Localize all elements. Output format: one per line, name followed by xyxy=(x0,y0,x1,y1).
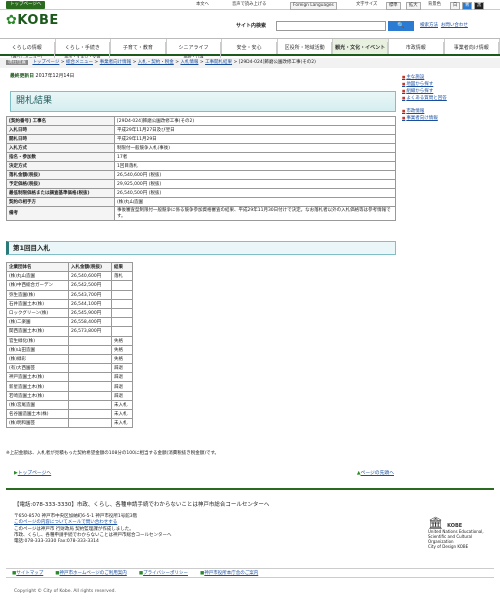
language-select[interactable]: Foreign Languages xyxy=(290,2,337,10)
breadcrumb-link[interactable]: 入札・契約・税金 xyxy=(138,60,174,65)
detail-row: 契約の相手方 (株)丸山造園 xyxy=(6,197,396,207)
footer: 【電話:078-333-3330】市政、くらし、各種申請手続でわからないことは神… xyxy=(6,488,494,544)
bg-color-label: 背景色 xyxy=(428,2,441,7)
footer-link[interactable]: ■神戸市役所本庁舎のご案内 xyxy=(200,571,258,576)
detail-row: 入札日時 平成29年11月27日及び翌日 xyxy=(6,125,396,135)
detail-table: [契約番号] 工事名 [29D4-024]飾磨公園改修工事(その2) 入札日時 平成2… xyxy=(6,116,396,221)
bid-row: (株)中西総合ガーデン 26,542,500円 xyxy=(6,280,133,291)
nav-item-8[interactable]: 事業者向け情報 xyxy=(445,39,500,54)
nav-item-3[interactable]: シニアライフ 高齢・介護 xyxy=(167,39,223,60)
sidebar: 主な施設地図から探す組織から探すよくある質問と回答市政情報事業者向け情報 xyxy=(402,74,494,122)
sidebar-link[interactable]: 市政情報 xyxy=(402,108,494,115)
page-top-link[interactable]: ページの先頭へ xyxy=(361,471,394,476)
search-help-link[interactable]: 検索方法 xyxy=(420,23,438,28)
bg-blue-button[interactable]: 青 xyxy=(462,2,473,10)
bid-header-row: 企業団体名 入札金額(税抜) 結果 xyxy=(6,261,133,273)
detail-row: 最低制限価格または調査基準価格(税抜) 26,540,500円 (税抜) xyxy=(6,188,396,198)
sidebar-link[interactable]: 組織から探す xyxy=(402,88,494,95)
bid-row: 官生緑化(株) 失格 xyxy=(6,335,133,346)
footer-links: ■サイトマップ ■神戸市ホームページのご利用案内 ■プライバシーポリシー ■神戸市役所… xyxy=(6,568,494,578)
global-nav: くらしの情報 (暮らしメニュー) くらし・手続き 届出・すまい・交通 子育て・教育 シニア… xyxy=(0,38,500,60)
bottom-nav: ▶トップページへ ▲ページの先頭へ xyxy=(14,471,394,476)
bid-row: (株)山田造園 失格 xyxy=(6,344,133,355)
nav-item-5[interactable]: 区役所・地域活動 xyxy=(278,39,334,54)
breadcrumb-link[interactable]: トップページ xyxy=(32,60,59,65)
sidebar-link[interactable]: よくある質問と回答 xyxy=(402,95,494,102)
detail-row: [契約番号] 工事名 [29D4-024]飾磨公園改修工事(その2) xyxy=(6,116,396,126)
bid-row: ロックグリーン(株) 26,545,900円 xyxy=(6,307,133,319)
bg-white-button[interactable]: 白 xyxy=(450,2,461,10)
nav-item-0[interactable]: くらしの情報 (暮らしメニュー) xyxy=(0,39,56,60)
price-note: ※上記金額は、入札者が見積もった契約希望金額の108分の100に相当する金額(消… xyxy=(6,451,220,456)
breadcrumb-link[interactable]: 事業者向け情報 xyxy=(100,60,132,65)
bg-black-button[interactable]: 黒 xyxy=(474,2,485,10)
text-only-link[interactable]: 本文へ xyxy=(196,2,209,8)
bid-row: (株)丸山造園 26,540,600円 落札 xyxy=(6,271,133,282)
footer-link[interactable]: ■神戸市ホームページのご利用案内 xyxy=(55,571,127,576)
footer-link[interactable]: ■サイトマップ xyxy=(12,571,43,576)
copyright: Copyright © City of Kobe. All rights res… xyxy=(14,589,116,594)
nav-item-4[interactable]: 安全・安心 xyxy=(222,39,278,54)
nav-item-6[interactable]: 観光・文化・イベント xyxy=(333,39,389,54)
top-page-link[interactable]: トップページへ xyxy=(6,1,46,9)
mail-inquiry-link[interactable]: このページの内容についてメールで問い合わせする xyxy=(14,520,117,525)
detail-row: 開札日時 平成29年11月29日 xyxy=(6,134,396,144)
inquiry-link[interactable]: お問い合わせ xyxy=(441,23,468,28)
bid-row: (株)明和園芸 未入札 xyxy=(6,418,133,429)
utility-bar: トップページへ 本文へ 音声で読み上げる Foreign Languages 文… xyxy=(0,0,500,10)
font-standard-button[interactable]: 標準 xyxy=(386,2,401,10)
site-search: サイト内検索 🔍 xyxy=(236,21,416,31)
unesco-logo: 🏛 KOBE United Nations Educational, Scien… xyxy=(428,516,484,549)
detail-row: 指名・参加数 17者 xyxy=(6,152,396,162)
search-label: サイト内検索 xyxy=(236,23,267,29)
font-zoom-button[interactable]: 拡大 xyxy=(406,2,421,10)
voice-link[interactable]: 音声で読み上げる xyxy=(232,2,266,8)
sidebar-link[interactable]: 地図から探す xyxy=(402,81,494,88)
footer-address: 〒650-8570 神戸市中央区加納町6-5-1 神戸市役所1号館3階 このペー… xyxy=(14,514,172,545)
bid-row: (株)宮尾造園 未入札 xyxy=(6,399,133,411)
detail-row: 備考 事後審査型制限付一般競争に係る競争参加資格審査の結果、平成29年11月30日… xyxy=(6,206,396,221)
detail-row: 落札金額(税抜) 26,540,600円 (税抜) xyxy=(6,170,396,180)
nav-item-1[interactable]: くらし・手続き 届出・すまい・交通 xyxy=(56,39,112,60)
search-button[interactable]: 🔍 xyxy=(388,21,414,31)
bid-row: 名谷園造園土木(株) 未入札 xyxy=(6,408,133,420)
bid-table: 企業団体名 入札金額(税抜) 結果 (株)丸山造園 26,540,600円 落札 (株)中西… xyxy=(6,261,133,429)
detail-row: 決定方式 1回目落札 xyxy=(6,161,396,171)
breadcrumb-here-label: 現在位置 xyxy=(6,60,28,65)
bid-row: 石井造園土木(株) 26,544,100円 xyxy=(6,298,133,309)
footer-phone: 【電話:078-333-3330】市政、くらし、各種申請手続でわからないことは神… xyxy=(14,502,270,508)
header-links: 検索方法 お問い合わせ xyxy=(420,22,468,28)
search-input[interactable] xyxy=(276,21,386,31)
bid-row: 神戸造園土木(株) 辞退 xyxy=(6,372,133,383)
breadcrumb-link[interactable]: 総合メニュー xyxy=(66,60,93,65)
bid-row: (株)緑彩 失格 xyxy=(6,353,133,365)
detail-row: 入札方式 制限付一般競争入札(事後) xyxy=(6,143,396,153)
footer-link[interactable]: ■プライバシーポリシー xyxy=(139,571,188,576)
bid-row: 弥生造園(株) 26,543,700円 xyxy=(6,289,133,300)
nav-item-7[interactable]: 市政情報 xyxy=(389,39,445,54)
last-updated: 最終更新日 2017年12月14日 xyxy=(10,74,75,79)
breadcrumb: 現在位置 トップページ > 総合メニュー > 事業者向け情報 > 入札・契約・税… xyxy=(0,58,500,68)
kobe-logo[interactable]: ✿KOBE xyxy=(6,13,59,28)
breadcrumb-link[interactable]: 工事開札結果 xyxy=(205,60,232,65)
font-size-label: 文字サイズ xyxy=(356,2,378,7)
bid-row: (株)二楽園 26,558,400円 xyxy=(6,317,133,328)
bid-row: 関西造園土木(株) 26,573,800円 xyxy=(6,326,133,337)
bid-row: 新星造園土木(株) 辞退 xyxy=(6,381,133,392)
bottom-top-link[interactable]: トップページへ xyxy=(18,471,51,476)
nav-item-2[interactable]: 子育て・教育 xyxy=(111,39,167,54)
breadcrumb-link[interactable]: 入札情報 xyxy=(180,60,198,65)
breadcrumb-current: [29D4-024]飾磨公園改修工事(その2) xyxy=(238,60,316,65)
page-title: 開札結果 xyxy=(10,91,396,112)
detail-row: 予定価格(税抜) 29,925,000円 (税抜) xyxy=(6,179,396,189)
bid-row: 若崎造園土木(株) 辞退 xyxy=(6,390,133,401)
bid-row: (有)大西園芸 辞退 xyxy=(6,363,133,374)
sidebar-link[interactable]: 事業者向け情報 xyxy=(402,115,494,122)
round-heading: 第1回目入札 xyxy=(6,241,396,255)
sidebar-link[interactable]: 主な施設 xyxy=(402,74,494,81)
